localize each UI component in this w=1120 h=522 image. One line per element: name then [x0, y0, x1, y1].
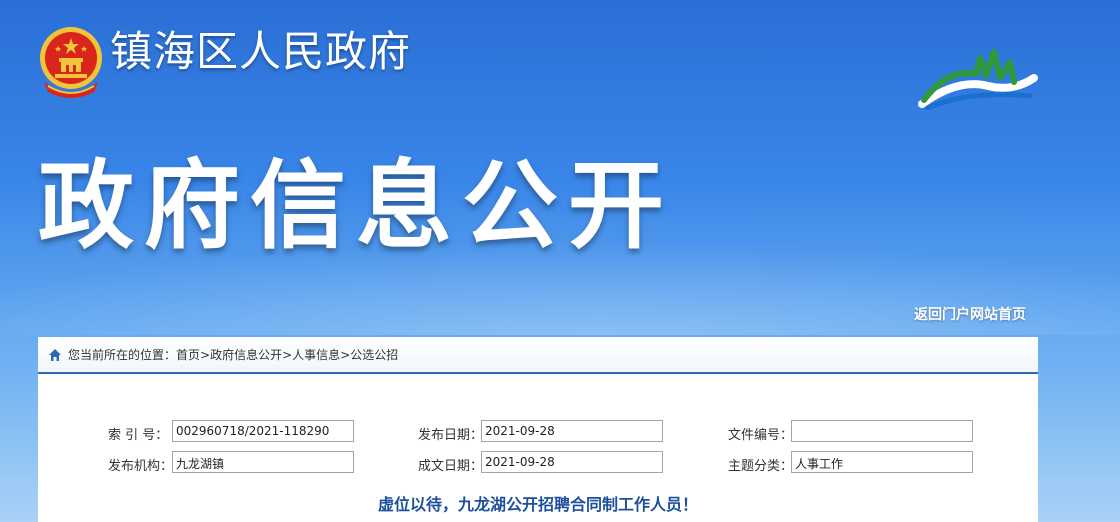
breadcrumb-prefix: 您当前所在的位置：: [68, 348, 177, 362]
document-meta-table: 索 引 号： 002960718/2021-118290 发布日期： 2021-…: [38, 419, 1038, 481]
content-panel: 您当前所在的位置： 首页 > 政府信息公开 > 人事信息 > 公选公招 索 引 …: [38, 337, 1038, 522]
header-banner: 镇海区人民政府 政府信息公开 返回门户网站首页: [0, 0, 1120, 335]
national-emblem-icon: [40, 27, 102, 98]
index-number-value: 002960718/2021-118290: [172, 420, 354, 442]
created-date-label: 成文日期：: [418, 459, 484, 474]
meta-row: 发布机构： 九龙湖镇 成文日期： 2021-09-28 主题分类： 人事工作: [38, 450, 1038, 481]
publishing-org-value: 九龙湖镇: [172, 451, 354, 473]
return-portal-home-link[interactable]: 返回门户网站首页: [914, 304, 1026, 324]
topic-category-label: 主题分类：: [728, 459, 794, 474]
home-icon: [49, 348, 61, 361]
site-name: 镇海区人民政府: [110, 27, 412, 76]
page-section-title: 政府信息公开: [38, 150, 674, 262]
breadcrumb-separator: >: [200, 347, 211, 362]
breadcrumb-item-home[interactable]: 首页: [176, 346, 200, 363]
meta-row: 索 引 号： 002960718/2021-118290 发布日期： 2021-…: [38, 419, 1038, 450]
index-number-label: 索 引 号：: [108, 428, 169, 443]
district-logo-icon: [918, 49, 1038, 110]
publish-date-label: 发布日期：: [418, 428, 484, 443]
breadcrumb-item-gov-info[interactable]: 政府信息公开: [210, 346, 282, 363]
doc-number-label: 文件编号：: [728, 428, 794, 443]
breadcrumb-item-personnel[interactable]: 人事信息: [292, 346, 340, 363]
breadcrumb-separator: >: [340, 347, 351, 362]
breadcrumb-separator: >: [282, 347, 293, 362]
document-title: 虚位以待，九龙湖公开招聘合同制工作人员！: [377, 495, 698, 514]
breadcrumb-item-recruitment[interactable]: 公选公招: [350, 346, 398, 363]
topic-category-value: 人事工作: [791, 451, 973, 473]
publishing-org-label: 发布机构：: [108, 459, 174, 474]
doc-number-value: [791, 420, 973, 442]
breadcrumb: 您当前所在的位置： 首页 > 政府信息公开 > 人事信息 > 公选公招: [38, 337, 1038, 374]
created-date-value: 2021-09-28: [481, 451, 663, 473]
publish-date-value: 2021-09-28: [481, 420, 663, 442]
